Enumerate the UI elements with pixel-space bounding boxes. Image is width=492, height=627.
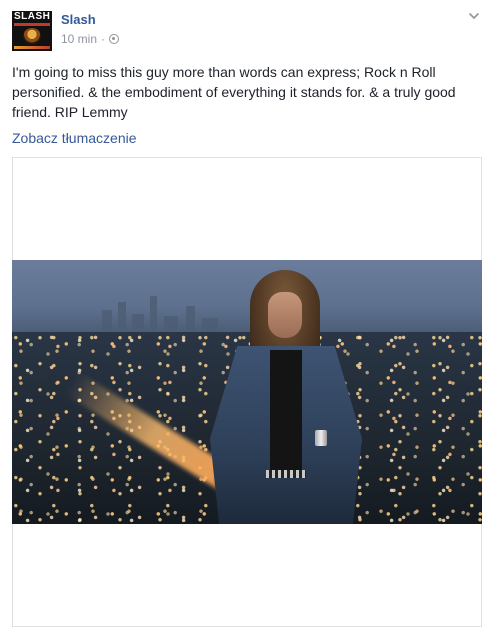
photo-person-can — [315, 430, 327, 446]
avatar-logo-emblem — [23, 28, 41, 44]
post-photo[interactable] — [12, 260, 482, 524]
post-timestamp[interactable]: 10 min — [61, 32, 97, 46]
avatar-logo-stripe — [14, 23, 50, 26]
photo-person-belt — [266, 470, 306, 478]
author-name-link[interactable]: Slash — [61, 12, 96, 28]
photo-person-shirt — [270, 350, 302, 470]
post-meta: 10 min · — [61, 32, 120, 46]
avatar-logo-text: SLASH — [14, 11, 51, 22]
globe-icon[interactable] — [109, 34, 120, 44]
meta-separator: · — [101, 32, 106, 46]
chevron-down-icon[interactable] — [468, 10, 480, 22]
see-translation-link[interactable]: Zobacz tłumaczenie — [12, 129, 137, 147]
photo-person-face — [268, 292, 302, 338]
author-avatar[interactable]: SLASH — [12, 11, 52, 51]
post-text: I'm going to miss this guy more than wor… — [12, 64, 456, 120]
photo-person — [210, 270, 362, 524]
avatar-logo-bar — [14, 46, 50, 49]
feed-post: SLASH Slash 10 min · I'm going to miss t… — [0, 0, 492, 627]
